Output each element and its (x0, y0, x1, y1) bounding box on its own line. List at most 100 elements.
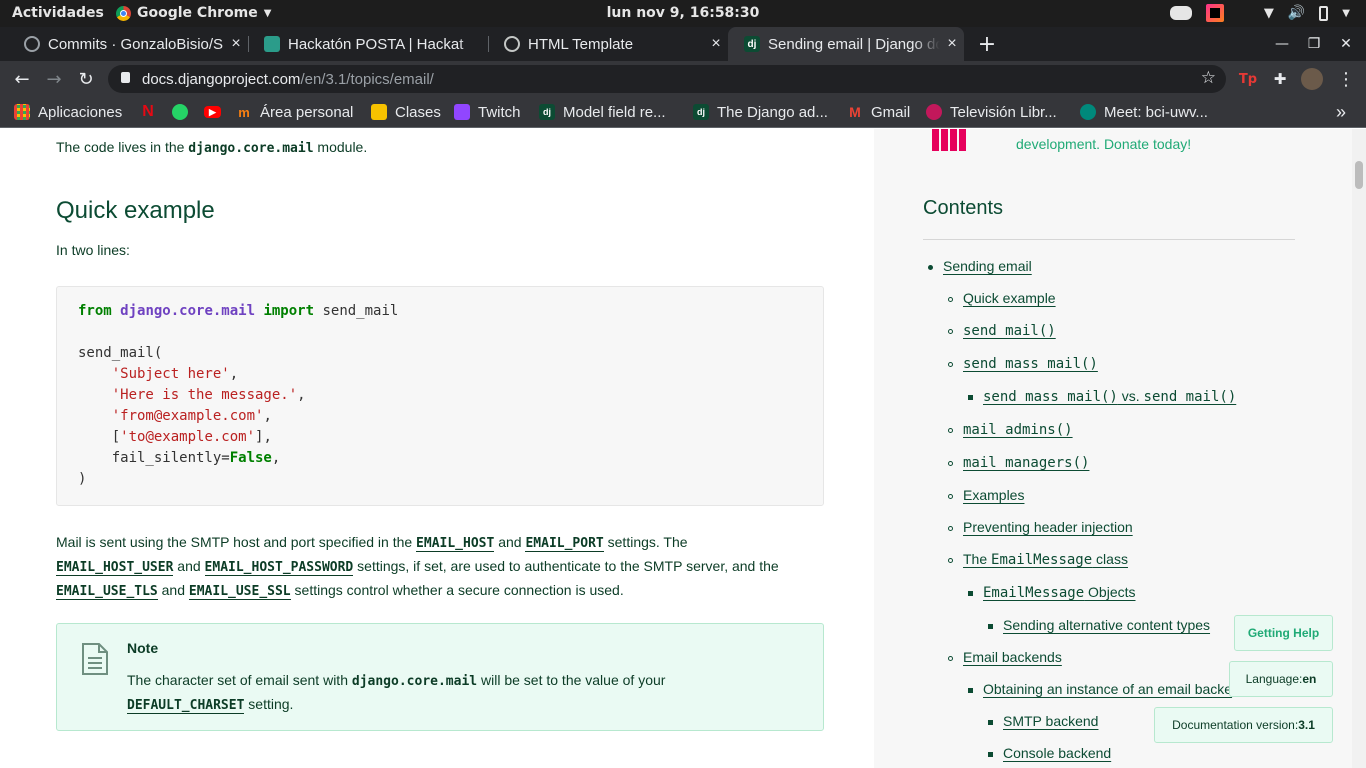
toc-preventing-header-injection[interactable]: Preventing header injection (963, 519, 1133, 535)
forward-button[interactable]: → (42, 67, 66, 91)
toc-sending-alternative-content-types[interactable]: Sending alternative content types (1003, 617, 1210, 633)
url-path: /en/3.1/topics/email/ (300, 70, 434, 88)
setting-link[interactable]: EMAIL_USE_TLS (56, 584, 158, 600)
toc-mail-managers[interactable]: mail_managers() (963, 454, 1089, 471)
toc-emailmessage-class[interactable]: The EmailMessage class (963, 551, 1128, 568)
bookmark-area-personal[interactable]: m Área personal (236, 102, 353, 122)
main-content: The code lives in the django.core.mail m… (0, 129, 874, 768)
getting-help-button[interactable]: Getting Help (1234, 615, 1333, 651)
whatsapp-icon (172, 104, 188, 120)
bookmark-meet[interactable]: Meet: bci-uwv... (1080, 102, 1208, 122)
browser-toolbar: ← → ↻ docs.djangoproject.com/en/3.1/topi… (0, 61, 1366, 96)
lock-icon (121, 72, 130, 83)
github-icon (24, 36, 40, 52)
toc-console-backend[interactable]: Console backend (1003, 745, 1111, 761)
toc-smtp-backend[interactable]: SMTP backend (1003, 713, 1098, 729)
bookmark-netflix[interactable]: N (140, 102, 164, 122)
sidebar: development. Donate today! Contents Send… (874, 129, 1352, 768)
tab-sending-email[interactable]: dj Sending email | Django do × (728, 27, 964, 61)
volume-icon[interactable]: 🔊 (1288, 5, 1305, 21)
tab-title: Hackatón POSTA | Hackat (288, 35, 464, 53)
bookmark-whatsapp[interactable] (172, 102, 196, 122)
toc-email-backends[interactable]: Email backends (963, 649, 1062, 665)
setting-link[interactable]: EMAIL_HOST (416, 536, 495, 552)
django-icon: dj (744, 36, 760, 52)
close-window-button[interactable]: ✕ (1330, 27, 1362, 61)
battery-icon[interactable] (1319, 5, 1329, 21)
donate-link[interactable]: development. Donate today! (1016, 136, 1191, 152)
close-tab-icon[interactable]: × (704, 35, 728, 53)
maximize-button[interactable]: ❐ (1298, 27, 1330, 61)
jetbrains-icon[interactable] (1205, 4, 1224, 22)
setting-link[interactable]: EMAIL_HOST_PASSWORD (204, 560, 354, 576)
tab-commits[interactable]: Commits · GonzaloBisio/S × (8, 27, 248, 61)
activities-button[interactable]: Actividades (12, 5, 104, 21)
wifi-icon[interactable]: ▼ (1264, 6, 1274, 21)
menu-kebab-icon[interactable]: ⋮ (1334, 67, 1358, 91)
reload-button[interactable]: ↻ (74, 67, 98, 91)
language-selector[interactable]: Language: en (1229, 661, 1333, 697)
two-lines-text: In two lines: (56, 242, 130, 258)
gmail-icon: M (849, 104, 861, 120)
extensions-puzzle-icon[interactable]: ✚ (1268, 67, 1292, 91)
toc-sending-email[interactable]: Sending email (943, 258, 1032, 274)
toc-mail-admins[interactable]: mail_admins() (963, 421, 1073, 438)
close-tab-icon[interactable]: × (224, 35, 248, 53)
bookmarks-bar: Aplicaciones N ▶ m Área personal Clases T… (0, 96, 1366, 128)
profile-avatar[interactable] (1300, 67, 1324, 91)
bookmarks-overflow-button[interactable]: » (1336, 102, 1346, 122)
scrollbar-thumb[interactable] (1355, 161, 1363, 189)
note-title: Note (127, 640, 159, 656)
setting-link[interactable]: EMAIL_HOST_USER (56, 560, 174, 576)
web-page: The code lives in the django.core.mail m… (0, 129, 1366, 768)
address-bar[interactable]: docs.djangoproject.com/en/3.1/topics/ema… (108, 65, 1226, 93)
page-scrollbar[interactable] (1352, 129, 1366, 768)
extension-tp-icon[interactable]: Tp (1236, 67, 1260, 91)
toc-quick-example[interactable]: Quick example (963, 290, 1056, 306)
bookmark-star-icon[interactable]: ☆ (1201, 68, 1216, 88)
close-tab-icon[interactable]: × (940, 35, 964, 53)
moodle-icon: m (238, 104, 250, 120)
minimize-button[interactable]: — (1266, 27, 1298, 61)
divider (923, 239, 1295, 240)
intro-text: The code lives in the django.core.mail m… (56, 139, 368, 156)
bookmark-apps[interactable]: Aplicaciones (14, 102, 122, 122)
toc-send-mass-mail-vs-send-mail[interactable]: send_mass_mail() vs. send_mail() (983, 388, 1236, 405)
bookmark-twitch[interactable]: Twitch (454, 102, 521, 122)
bookmark-television[interactable]: Televisión Libr... (926, 102, 1057, 122)
bookmark-label: Aplicaciones (38, 103, 123, 121)
toc-send-mass-mail[interactable]: send_mass_mail() (963, 355, 1098, 372)
smtp-paragraph: Mail is sent using the SMTP host and por… (56, 534, 779, 600)
setting-link[interactable]: EMAIL_PORT (525, 536, 604, 552)
bookmark-clases[interactable]: Clases (371, 102, 441, 122)
note-admonition: Note The character set of email sent wit… (56, 623, 824, 731)
django-icon: dj (693, 104, 709, 120)
setting-link[interactable]: DEFAULT_CHARSET (127, 698, 245, 714)
tab-title: Sending email | Django do (768, 35, 940, 53)
document-icon (82, 643, 108, 675)
tab-title: Commits · GonzaloBisio/S (48, 35, 224, 53)
back-button[interactable]: ← (10, 67, 34, 91)
tab-hackaton[interactable]: Hackatón POSTA | Hackat (248, 27, 488, 61)
django-pony-logo (932, 129, 966, 151)
bookmark-model-field[interactable]: dj Model field re... (539, 102, 666, 122)
documentation-version-selector[interactable]: Documentation version: 3.1 (1154, 707, 1333, 743)
toc-emailmessage-objects[interactable]: EmailMessage Objects (983, 584, 1136, 601)
url-domain: docs.djangoproject.com (142, 70, 301, 88)
app-name: Google Chrome (137, 5, 258, 21)
bookmark-youtube[interactable]: ▶ (204, 102, 229, 122)
classroom-icon (371, 104, 387, 120)
setting-link[interactable]: EMAIL_USE_SSL (188, 584, 291, 600)
discord-icon[interactable] (1169, 6, 1192, 20)
new-tab-button[interactable]: + (971, 27, 1003, 61)
bookmark-django-admin[interactable]: dj The Django ad... (693, 102, 828, 122)
inline-code: django.core.mail (188, 141, 314, 156)
system-menu-caret-icon[interactable]: ▼ (1342, 8, 1350, 19)
toc-examples[interactable]: Examples (963, 487, 1024, 503)
tab-html-template[interactable]: HTML Template × (488, 27, 728, 61)
toc-obtaining-backend-instance[interactable]: Obtaining an instance of an email backe (983, 681, 1232, 697)
app-menu[interactable]: Google Chrome ▼ (116, 5, 271, 21)
toc-send-mail[interactable]: send_mail() (963, 322, 1056, 339)
bookmark-gmail[interactable]: M Gmail (847, 102, 910, 122)
caret-down-icon: ▼ (263, 7, 272, 19)
